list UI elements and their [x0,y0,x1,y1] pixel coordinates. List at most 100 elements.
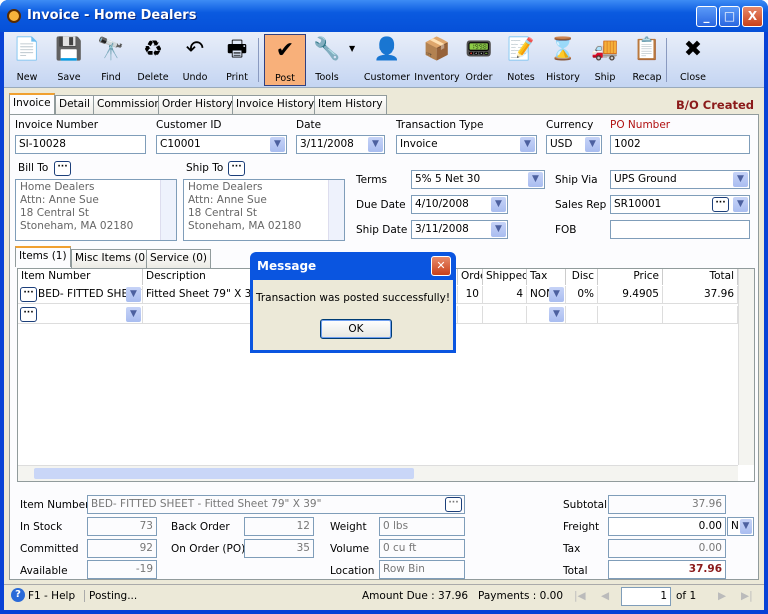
toolbar-notes-button[interactable]: 📝 Notes [500,34,542,86]
minimize-button[interactable]: _ [696,6,717,27]
toolbar-inventory-button[interactable]: 📦 Inventory [412,34,462,86]
ship-date-field[interactable]: 3/11/2008 ▼ [411,220,508,239]
tab-item-history[interactable]: Item History [314,95,387,114]
help-text[interactable]: F1 - Help [28,590,75,602]
due-date-field[interactable]: 4/10/2008 ▼ [411,195,508,214]
toolbar-post-button[interactable]: ✔ Post [264,34,306,86]
chevron-down-icon[interactable]: ▼ [549,307,564,322]
toolbar-history-button[interactable]: ⌛ History [542,34,584,86]
item-tab-2[interactable]: Service (0) [146,249,212,268]
toolbar-undo-button[interactable]: ↶ Undo [174,34,216,86]
toolbar-delete-button[interactable]: ♻ Delete [132,34,174,86]
column-header[interactable]: Ordered [458,269,483,285]
cell-total[interactable] [663,306,738,324]
chevron-down-icon[interactable]: ▼ [740,519,752,534]
toolbar-customer-button[interactable]: 👤 Customer [362,34,412,86]
cell-total[interactable]: 37.96 [663,286,738,304]
last-record-button[interactable]: ▶| [741,590,753,602]
chevron-down-icon[interactable]: ▼ [733,172,748,187]
chevron-down-icon[interactable]: ▼ [520,137,535,152]
tab-order-history[interactable]: Order History [158,95,237,114]
ship-to-lookup-button[interactable]: ··· [228,161,245,176]
column-header[interactable]: Tax [527,269,566,285]
cell-item[interactable]: ··· BED- FITTED SHEET ▼ [18,286,143,304]
column-header[interactable]: Total [663,269,738,285]
chevron-down-icon[interactable]: ▼ [585,137,600,152]
cell-disc[interactable]: 0% [566,286,598,304]
customer-id-field[interactable]: C10001 ▼ [156,135,287,154]
vertical-scrollbar[interactable] [738,269,754,465]
item-tab-1[interactable]: Misc Items (0) [71,249,154,268]
toolbar-order-button[interactable]: 📟 Order [458,34,500,86]
cell-price[interactable]: 9.4905 [598,286,663,304]
column-header[interactable]: Shipped [483,269,527,285]
sales-rep-lookup-button[interactable]: ··· [712,197,729,212]
toolbar-save-button[interactable]: 💾 Save [48,34,90,86]
chevron-down-icon[interactable]: ▼ [126,287,141,302]
chevron-down-icon[interactable]: ▼ [368,137,383,152]
freight-field[interactable]: 0.00 [608,517,726,536]
first-record-button[interactable]: |◀ [574,590,586,602]
bill-to-lookup-button[interactable]: ··· [54,161,71,176]
next-record-button[interactable]: ▶ [718,590,726,602]
maximize-button[interactable]: □ [719,6,740,27]
cell-price[interactable] [598,306,663,324]
item-lookup-button[interactable]: ··· [445,497,462,512]
item-number-field[interactable]: BED- FITTED SHEET - Fitted Sheet 79" X 3… [87,495,465,514]
scrollbar[interactable] [328,180,344,240]
toolbar-tools-button[interactable]: 🔧 Tools [306,34,348,86]
bill-to-address[interactable]: Home Dealers Attn: Anne Sue 18 Central St S… [15,179,177,241]
po-number-field[interactable]: 1002 [610,135,750,154]
toolbar-new-button[interactable]: 📄 New [6,34,48,86]
title-bar[interactable]: Invoice - Home Dealers _ □ X [0,0,768,32]
cell-tax[interactable]: ▼ [527,306,566,324]
chevron-down-icon[interactable]: ▼ [733,197,748,212]
transaction-type-select[interactable]: Invoice ▼ [396,135,537,154]
invoice-number-field[interactable]: SI-10028 [15,135,146,154]
freight-code-select[interactable]: N ▼ [727,517,754,536]
chevron-down-icon[interactable]: ▼ [491,222,506,237]
record-number-field[interactable]: 1 [621,587,671,606]
help-icon[interactable]: ? [11,588,25,602]
chevron-down-icon[interactable]: ▼ [126,307,141,322]
ship-to-address[interactable]: Home Dealers Attn: Anne Sue 18 Central St S… [183,179,345,241]
cell-shipped[interactable] [483,306,527,324]
ok-button[interactable]: OK [320,319,392,339]
column-header[interactable]: Item Number [18,269,143,285]
toolbar-recap-button[interactable]: 📋 Recap [626,34,668,86]
cell-item[interactable]: ··· ▼ [18,306,143,324]
column-header[interactable]: Price [598,269,663,285]
cell-ordered[interactable] [458,306,483,324]
item-lookup-button[interactable]: ··· [20,287,37,302]
cell-ordered[interactable]: 10 [458,286,483,304]
cell-disc[interactable] [566,306,598,324]
scrollbar[interactable] [160,180,176,240]
fob-field[interactable] [610,220,750,239]
previous-record-button[interactable]: ◀ [601,590,609,602]
terms-select[interactable]: 5% 5 Net 30 ▼ [411,170,545,189]
currency-select[interactable]: USD ▼ [546,135,602,154]
chevron-down-icon[interactable]: ▼ [270,137,285,152]
sales-rep-select[interactable]: SR10001 ··· ▼ [610,195,750,214]
chevron-down-icon[interactable]: ▼ [528,172,543,187]
ship-via-select[interactable]: UPS Ground ▼ [610,170,750,189]
toolbar-print-button[interactable]: 🖶 Print [216,34,258,86]
tab-invoice-history[interactable]: Invoice History [232,95,319,114]
horizontal-scrollbar[interactable] [18,465,738,481]
chevron-down-icon[interactable]: ▼ [491,197,506,212]
tab-detail[interactable]: Detail [55,95,94,114]
toolbar-close-button[interactable]: ✖ Close [672,34,714,86]
cell-shipped[interactable]: 4 [483,286,527,304]
date-field[interactable]: 3/11/2008 ▼ [296,135,385,154]
toolbar-ship-button[interactable]: 🚚 Ship [584,34,626,86]
tools-dropdown-arrow-icon[interactable]: ▼ [349,44,355,53]
tab-invoice[interactable]: Invoice [9,93,55,114]
item-lookup-button[interactable]: ··· [20,307,37,322]
cell-tax[interactable]: NON ▼ [527,286,566,304]
tab-commission[interactable]: Commission [93,95,166,114]
column-header[interactable]: Disc [566,269,598,285]
item-tab-0[interactable]: Items (1) [15,246,71,267]
chevron-down-icon[interactable]: ▼ [549,287,564,302]
scrollbar-thumb[interactable] [34,468,414,479]
dialog-close-button[interactable]: ✕ [431,256,451,276]
